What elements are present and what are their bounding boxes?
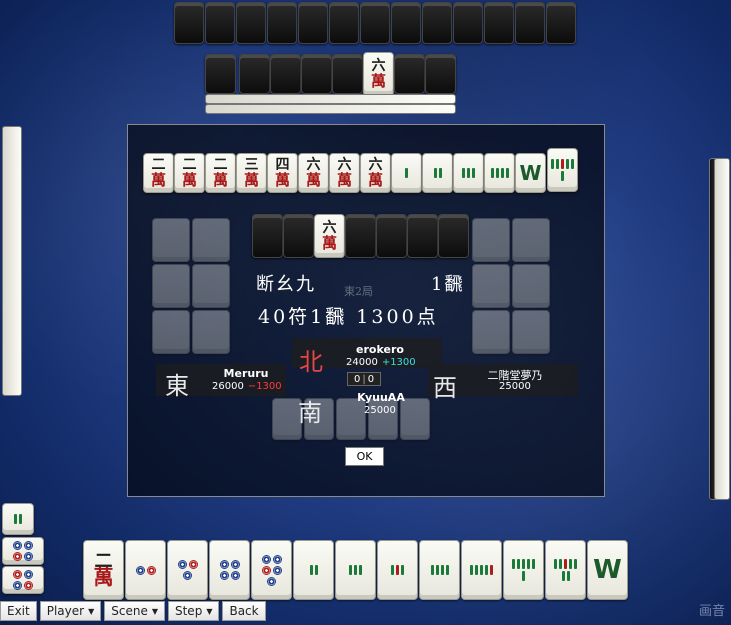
score-summary: 40符1飜 1300点 (258, 306, 439, 328)
wind-east: 東 (165, 372, 189, 400)
player-score-north: 24000 +1300 (346, 357, 416, 368)
caret-down-icon: ▼ (151, 606, 158, 616)
player-name-south: KyuuAA (357, 391, 405, 404)
wind-west: 西 (433, 374, 457, 402)
player-score-south: 25000 (364, 405, 396, 416)
winning-tile (547, 148, 578, 192)
hand-tile[interactable] (335, 540, 376, 600)
dora-tile: 六萬 (314, 214, 345, 258)
wind-north: 北 (299, 348, 323, 376)
brand-logo: 画音 (698, 604, 725, 619)
hand-tile[interactable] (125, 540, 166, 600)
scene-menu-button[interactable]: Scene ▼ (104, 601, 165, 621)
hand-tile[interactable] (377, 540, 418, 600)
hand-tile[interactable]: 二萬 (83, 540, 124, 600)
hand-tile[interactable]: W (587, 540, 628, 600)
hand-tile[interactable] (293, 540, 334, 600)
step-menu-button[interactable]: Step ▼ (167, 601, 220, 621)
hand-tile[interactable] (251, 540, 292, 600)
back-button[interactable]: Back (222, 601, 266, 621)
exit-button[interactable]: Exit (0, 601, 37, 621)
hand-tile[interactable] (167, 540, 208, 600)
caret-down-icon: ▼ (88, 606, 95, 616)
hand-tile[interactable] (461, 540, 502, 600)
dora-indicator-tile: 六萬 (363, 52, 394, 96)
replay-toolbar: Exit Player ▼ Scene ▼ Step ▼ Back (0, 601, 266, 623)
hand-tile[interactable] (545, 540, 586, 600)
hand-tile[interactable] (503, 540, 544, 600)
yaku-name: 断幺九 (256, 274, 316, 295)
yaku-han: 1飜 (431, 274, 465, 295)
player-score-west: 25000 (499, 381, 531, 392)
player-menu-button[interactable]: Player ▼ (39, 601, 102, 621)
center-counter: 0 | 0 (347, 372, 381, 386)
wind-south: 南 (298, 399, 322, 427)
player-score-east: 26000 −1300 (212, 381, 282, 392)
hand-tile[interactable] (419, 540, 460, 600)
caret-down-icon: ▼ (206, 606, 213, 616)
ok-button[interactable]: OK (345, 447, 384, 466)
round-indicator: 東2局 (344, 285, 373, 298)
player-name-east: Meruru (223, 367, 269, 380)
player-name-north: erokero (356, 343, 404, 356)
hand-tile[interactable] (209, 540, 250, 600)
